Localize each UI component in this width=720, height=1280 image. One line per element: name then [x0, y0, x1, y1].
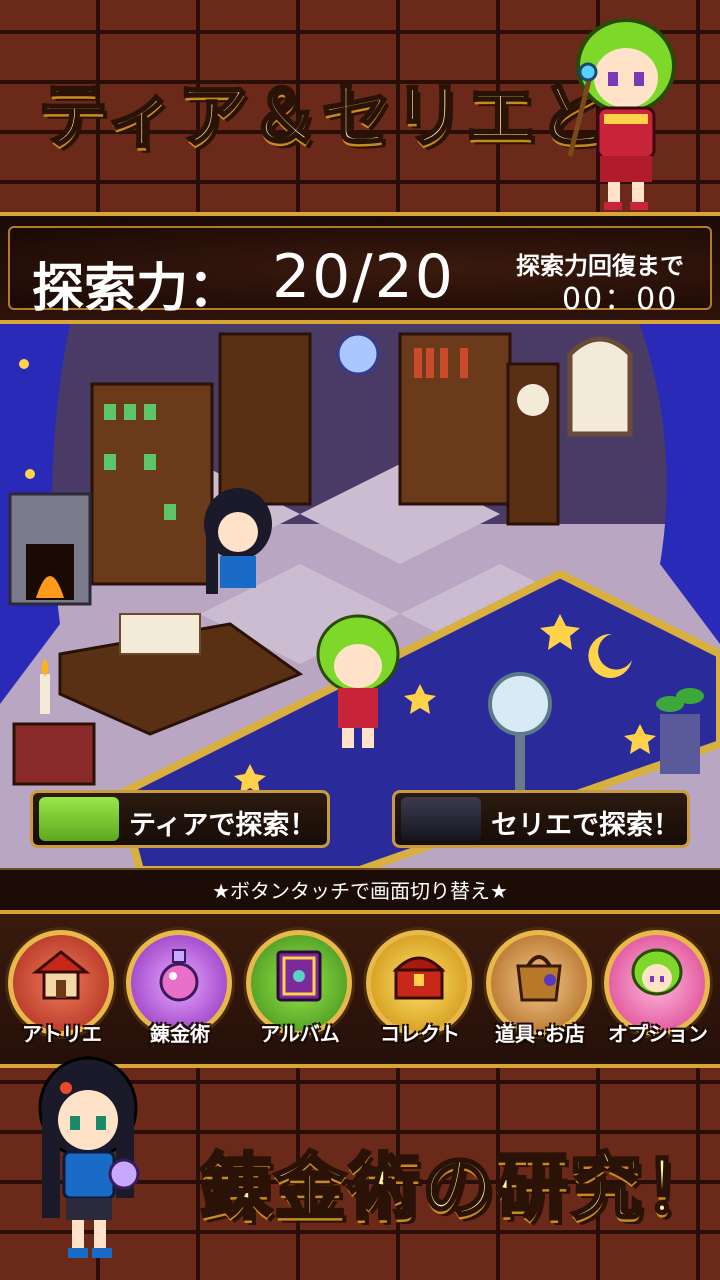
- hint-text: ★ボタンタッチで画面切り替え★: [0, 868, 720, 912]
- menu-item-atelier[interactable]: アトリエ: [6, 930, 118, 1050]
- tia-character-sprite: [567, 18, 676, 210]
- explore-with-serie-button[interactable]: セリエで探索！: [392, 790, 690, 848]
- explore-with-tia-button[interactable]: ティアで探索！: [30, 790, 330, 848]
- room-illustration: [0, 324, 720, 870]
- book-icon: [276, 950, 322, 1002]
- menu-item-album[interactable]: アルバム: [244, 930, 356, 1050]
- menu-item-label: 道具･お店: [495, 1022, 585, 1046]
- treasure-chest-icon: [392, 956, 446, 1000]
- recover-timer: 00：00: [562, 282, 679, 317]
- potion-icon: [159, 949, 199, 1002]
- explore-with-tia-label: ティアで探索！: [129, 810, 317, 841]
- stamina-label: 探索力：: [32, 259, 241, 319]
- explore-with-serie-label: セリエで探索！: [491, 810, 680, 841]
- character-icon: [631, 948, 683, 996]
- serie-character-sprite: [38, 1056, 140, 1258]
- atelier-room-scene[interactable]: ティアで探索！ セリエで探索！: [0, 324, 720, 870]
- tia-face-icon: [39, 797, 119, 841]
- bag-icon: [516, 955, 562, 1002]
- bottom-banner-title: 錬金術の研究！: [198, 1144, 719, 1231]
- menu-item-label: アトリエ: [22, 1022, 102, 1046]
- stamina-panel: 探索力： 20/20 探索力回復まで 00：00: [0, 212, 720, 324]
- stamina-value: 20/20: [272, 242, 455, 312]
- menu-item-label: 錬金術: [150, 1022, 210, 1046]
- menu-item-options[interactable]: オプション: [602, 930, 714, 1050]
- house-icon: [32, 950, 90, 1000]
- menu-item-alchemy[interactable]: 錬金術: [124, 930, 236, 1050]
- menu-item-label: アルバム: [260, 1022, 340, 1046]
- top-banner-title: ティア＆セリエと: [37, 74, 610, 159]
- menu-item-items-shop[interactable]: 道具･お店: [484, 930, 596, 1050]
- menu-item-collect[interactable]: コレクト: [364, 930, 476, 1050]
- serie-face-icon: [401, 797, 481, 841]
- main-menu: アトリエ 錬金術 アルバム コレクト 道具･お店 オプション: [0, 910, 720, 1068]
- menu-item-label: オプション: [608, 1022, 708, 1046]
- menu-item-label: コレクト: [380, 1022, 460, 1046]
